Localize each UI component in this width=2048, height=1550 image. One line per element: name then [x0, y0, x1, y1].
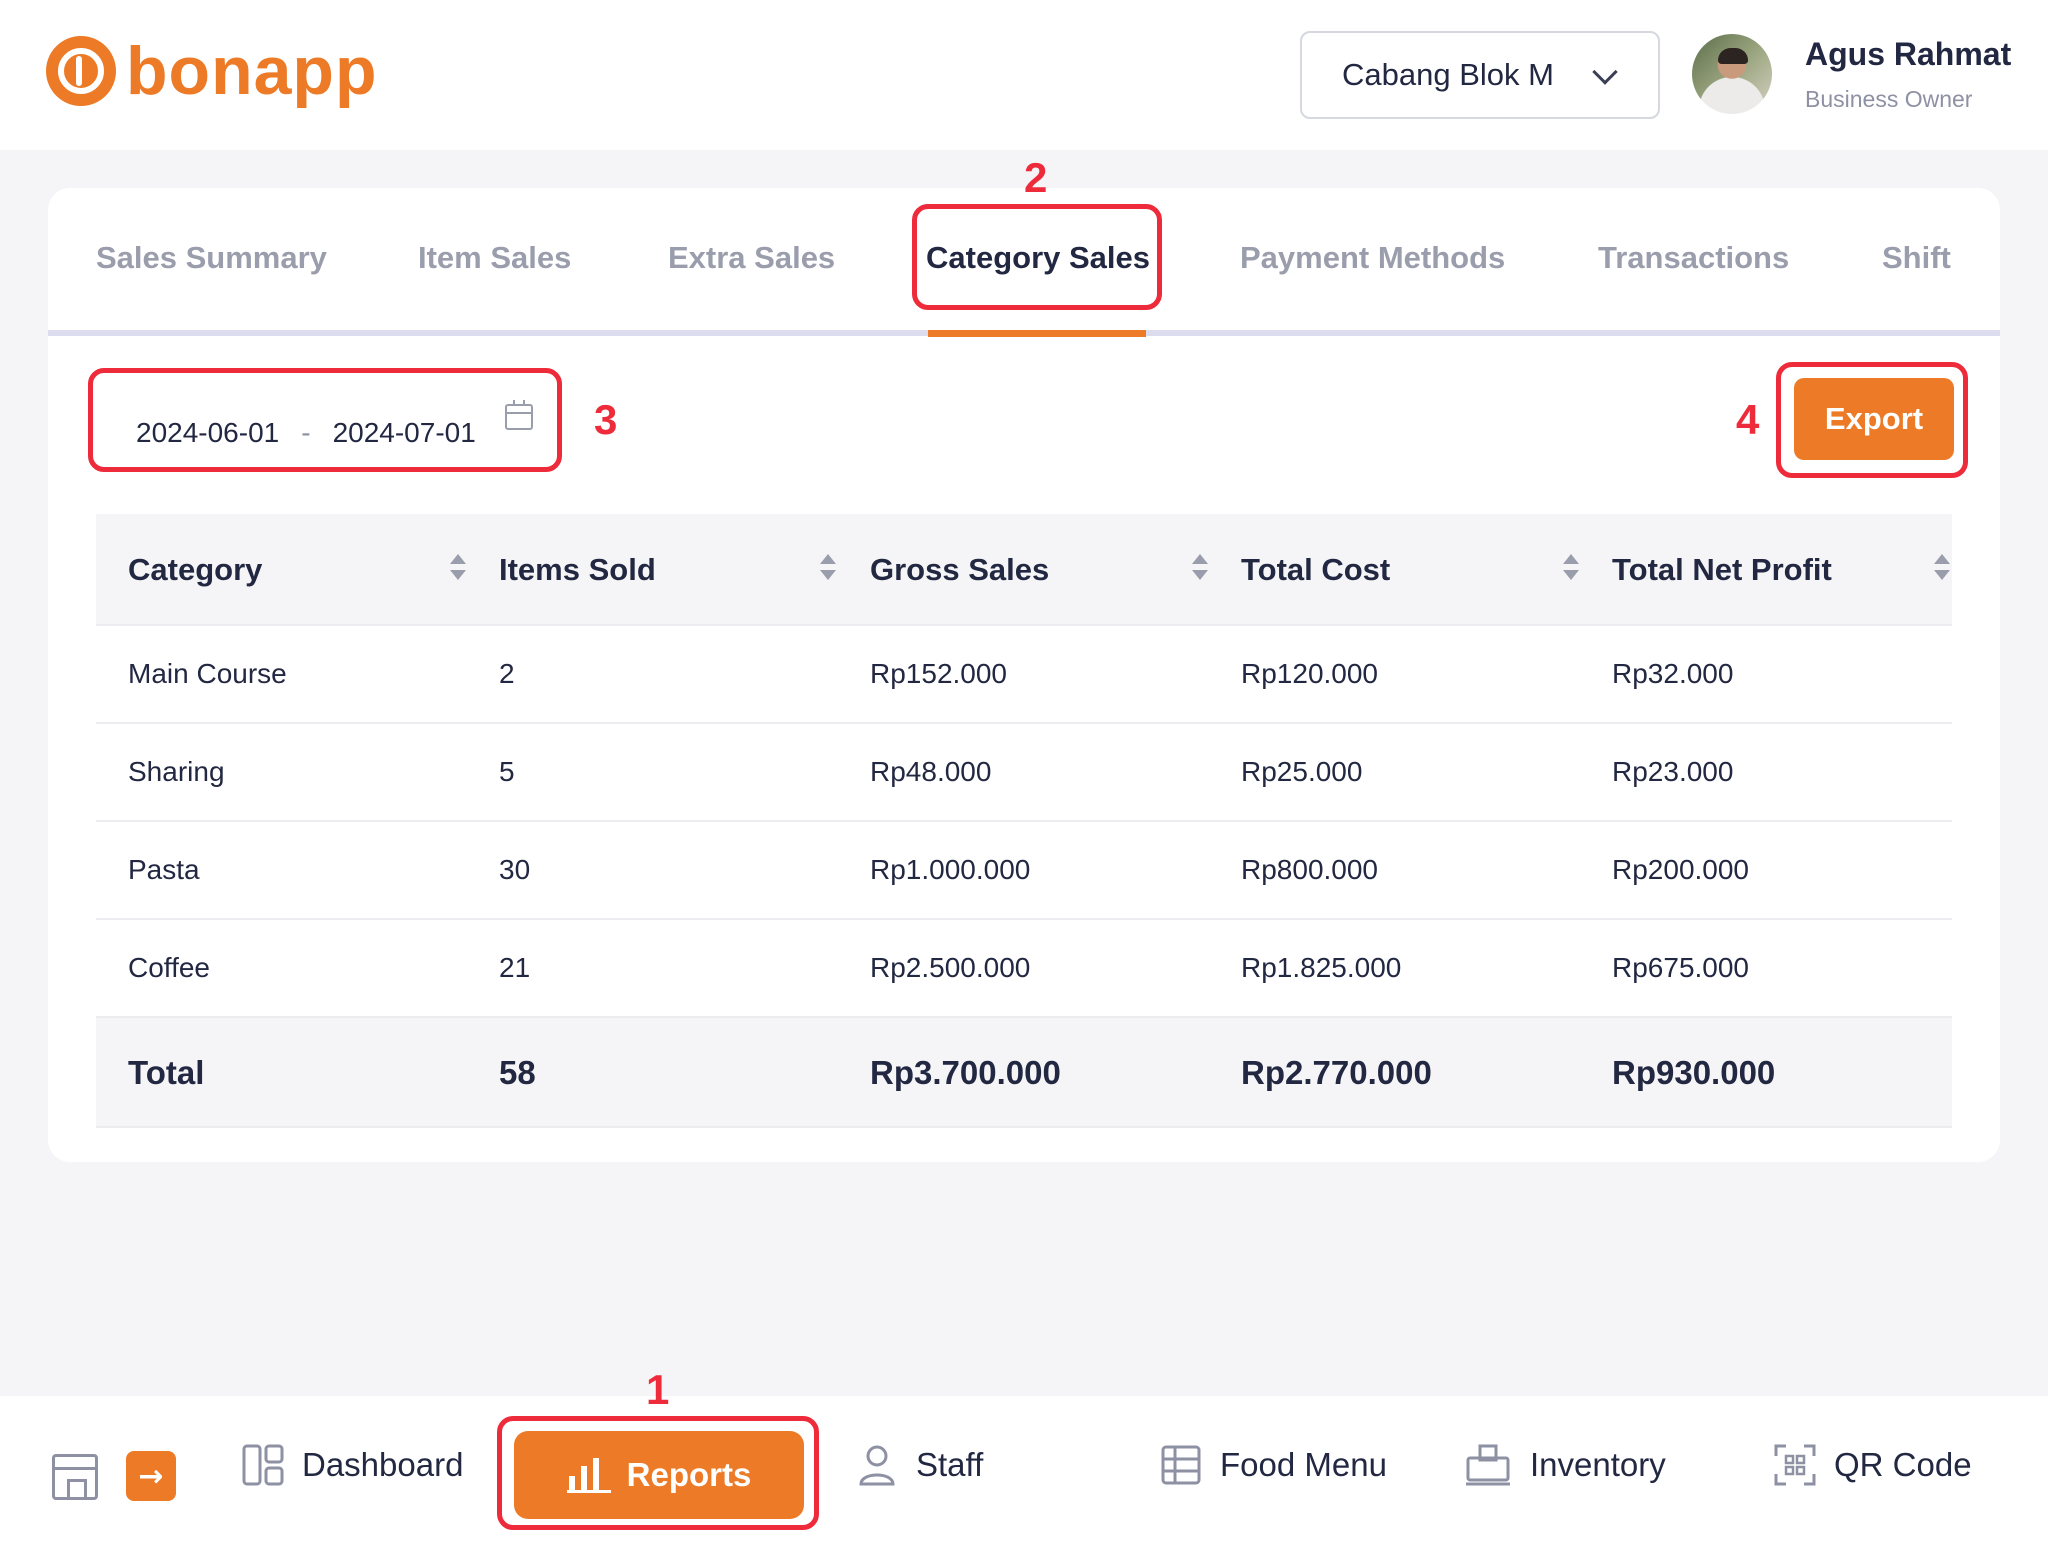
nav-inventory-label: Inventory	[1530, 1446, 1666, 1483]
header-total-net-profit[interactable]: Total Net Profit	[1612, 552, 1832, 588]
food-menu-icon	[1160, 1444, 1202, 1486]
active-tab-indicator	[928, 330, 1146, 337]
annotation-number-3: 3	[594, 396, 618, 443]
logo-icon	[46, 36, 116, 106]
sort-icon[interactable]	[1190, 554, 1210, 586]
logo-text: bonapp	[126, 33, 378, 109]
tab-extra-sales[interactable]: Extra Sales	[668, 240, 835, 276]
cell-net-profit: Rp200.000	[1612, 854, 1750, 885]
sort-icon[interactable]	[1932, 554, 1952, 586]
total-cost: Rp2.770.000	[1241, 1054, 1432, 1091]
table-row: Coffee 21 Rp2.500.000 Rp1.825.000 Rp675.…	[96, 920, 1952, 1018]
cell-category: Pasta	[128, 854, 200, 885]
annotation-box-category-sales	[912, 204, 1162, 310]
cell-gross-sales: Rp1.000.000	[870, 854, 1031, 885]
nav-qr-code-label: QR Code	[1834, 1446, 1972, 1483]
sort-icon[interactable]	[448, 554, 468, 586]
cell-total-cost: Rp25.000	[1241, 756, 1363, 787]
tab-shift[interactable]: Shift	[1882, 240, 1951, 276]
nav-staff[interactable]: Staff	[856, 1444, 983, 1486]
total-label: Total	[128, 1054, 205, 1091]
category-sales-table: Category Items Sold Gross Sales Total Co…	[96, 514, 1952, 1128]
annotation-number-1: 1	[646, 1366, 670, 1413]
tab-transactions[interactable]: Transactions	[1598, 240, 1789, 276]
cell-items-sold: 5	[499, 756, 515, 787]
report-card: Sales Summary Item Sales Extra Sales Cat…	[48, 188, 2000, 1162]
expand-sidebar-button[interactable]: →	[126, 1451, 176, 1501]
cell-category: Coffee	[128, 952, 210, 983]
top-header: bonapp Cabang Blok M Agus Rahmat Busines…	[0, 0, 2048, 150]
dashboard-icon	[242, 1444, 284, 1486]
cell-items-sold: 21	[499, 952, 531, 983]
table-row: Sharing 5 Rp48.000 Rp25.000 Rp23.000	[96, 724, 1952, 822]
total-net-profit: Rp930.000	[1612, 1054, 1776, 1091]
qr-code-icon	[1774, 1444, 1816, 1486]
nav-food-menu-label: Food Menu	[1220, 1446, 1387, 1483]
cell-net-profit: Rp675.000	[1612, 952, 1750, 983]
branch-select[interactable]: Cabang Blok M	[1300, 31, 1660, 119]
cell-items-sold: 30	[499, 854, 531, 885]
cell-total-cost: Rp120.000	[1241, 658, 1379, 689]
cell-net-profit: Rp23.000	[1612, 756, 1734, 787]
bottom-nav: → Dashboard Reports Staff Food Menu Inve…	[0, 1396, 2048, 1550]
user-icon	[856, 1444, 898, 1486]
nav-dashboard-label: Dashboard	[302, 1446, 464, 1483]
annotation-number-2: 2	[1024, 154, 1048, 201]
user-name: Agus Rahmat	[1805, 36, 2012, 72]
annotation-number-4: 4	[1736, 396, 1760, 443]
sort-icon[interactable]	[818, 554, 838, 586]
header-category[interactable]: Category	[128, 552, 262, 588]
header-items-sold[interactable]: Items Sold	[499, 552, 656, 588]
table-row: Main Course 2 Rp152.000 Rp120.000 Rp32.0…	[96, 626, 1952, 724]
tab-item-sales[interactable]: Item Sales	[418, 240, 571, 276]
cell-total-cost: Rp1.825.000	[1241, 952, 1402, 983]
cell-net-profit: Rp32.000	[1612, 658, 1734, 689]
table-total-row: Total 58 Rp3.700.000 Rp2.770.000 Rp930.0…	[96, 1018, 1952, 1128]
total-items-sold: 58	[499, 1054, 536, 1091]
table-row: Pasta 30 Rp1.000.000 Rp800.000 Rp200.000	[96, 822, 1952, 920]
cell-category: Main Course	[128, 658, 287, 689]
cell-total-cost: Rp800.000	[1241, 854, 1379, 885]
chevron-down-icon	[1592, 59, 1618, 85]
nav-staff-label: Staff	[916, 1446, 984, 1483]
sort-icon[interactable]	[1561, 554, 1581, 586]
nav-dashboard[interactable]: Dashboard	[242, 1444, 463, 1486]
cell-gross-sales: Rp152.000	[870, 658, 1008, 689]
total-gross-sales: Rp3.700.000	[870, 1054, 1061, 1091]
nav-inventory[interactable]: Inventory	[1464, 1444, 1666, 1486]
cell-gross-sales: Rp2.500.000	[870, 952, 1031, 983]
tab-payment-methods[interactable]: Payment Methods	[1240, 240, 1505, 276]
avatar[interactable]	[1692, 34, 1772, 114]
header-gross-sales[interactable]: Gross Sales	[870, 552, 1049, 588]
bonapp-logo[interactable]: bonapp	[46, 36, 378, 106]
cell-category: Sharing	[128, 756, 225, 787]
nav-food-menu[interactable]: Food Menu	[1160, 1444, 1387, 1486]
annotation-box-export	[1776, 362, 1968, 478]
nav-qr-code[interactable]: QR Code	[1774, 1444, 1972, 1486]
cell-items-sold: 2	[499, 658, 515, 689]
cell-gross-sales: Rp48.000	[870, 756, 992, 787]
annotation-box-date-range	[88, 368, 562, 472]
store-icon[interactable]	[52, 1454, 98, 1500]
annotation-box-reports	[497, 1416, 819, 1530]
table-header: Category Items Sold Gross Sales Total Co…	[96, 514, 1952, 626]
tab-sales-summary[interactable]: Sales Summary	[96, 240, 327, 276]
inventory-icon	[1464, 1444, 1512, 1486]
user-role: Business Owner	[1805, 86, 1973, 112]
branch-label: Cabang Blok M	[1342, 57, 1554, 92]
header-total-cost[interactable]: Total Cost	[1241, 552, 1390, 588]
